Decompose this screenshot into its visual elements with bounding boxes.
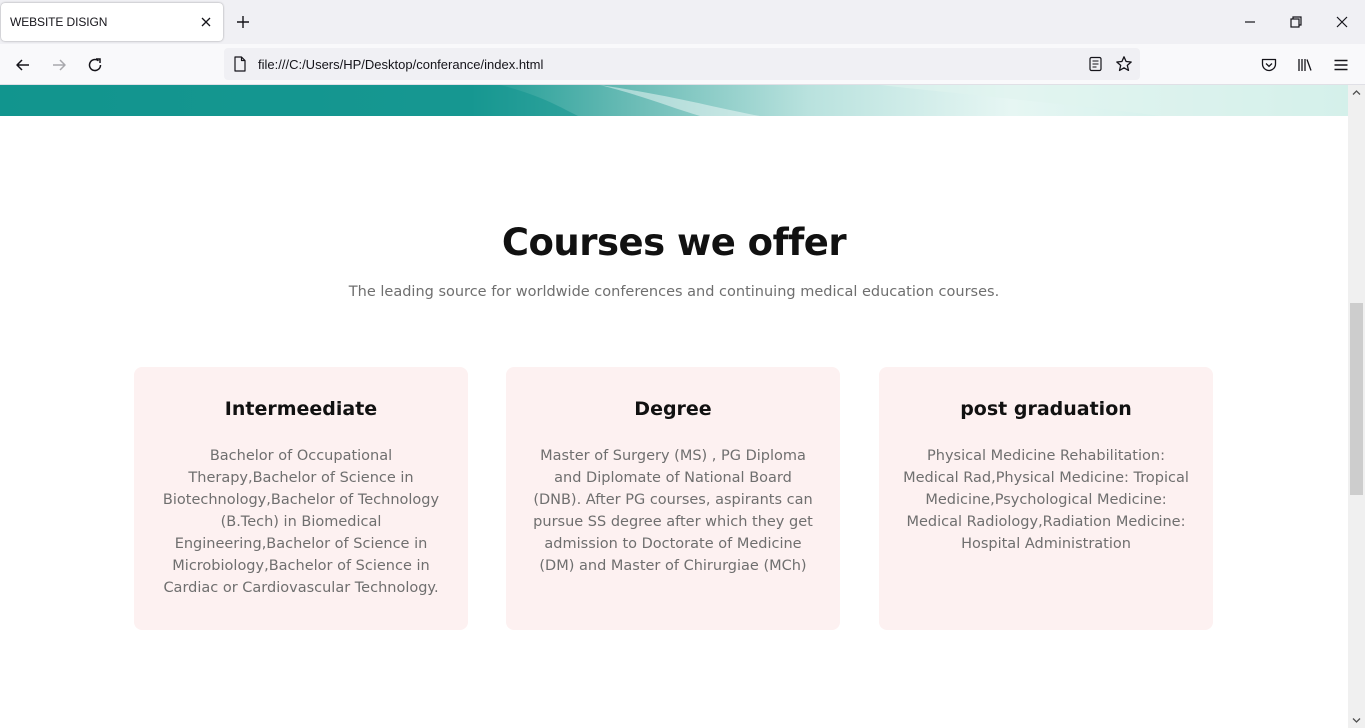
scrollbar-thumb[interactable] [1350,303,1363,495]
section-title: Courses we offer [501,221,847,264]
course-card-description: Bachelor of Occupational Therapy,Bachelo… [162,448,440,596]
course-card-description: Physical Medicine Rehabilitation: Medica… [903,448,1189,552]
course-card: Degree Master of Surgery (MS) , PG Diplo… [506,367,840,630]
page-icon [234,56,246,72]
restore-icon[interactable] [1288,14,1304,30]
hero-banner-bottom [0,85,1348,116]
course-card-title: Intermeediate [224,398,378,420]
section-subtitle: The leading source for worldwide confere… [348,284,1000,300]
url-text[interactable]: file:///C:/Users/HP/Desktop/conferance/i… [258,57,543,72]
reader-view-icon[interactable] [1088,56,1104,72]
arrow-left-icon[interactable] [14,56,32,74]
url-bar[interactable]: file:///C:/Users/HP/Desktop/conferance/i… [224,48,1140,80]
course-card-title: post graduation [960,398,1132,420]
course-card-title: Degree [634,398,712,420]
arrow-right-icon[interactable] [50,56,68,74]
star-icon[interactable] [1115,55,1133,73]
chevron-down-icon[interactable] [1351,715,1362,726]
browser-tab[interactable]: WEBSITE DISIGN [1,3,223,41]
chevron-up-icon[interactable] [1351,87,1362,98]
reload-icon[interactable] [86,56,104,74]
library-icon[interactable] [1296,56,1314,74]
hamburger-menu-icon[interactable] [1332,56,1350,74]
vertical-scrollbar[interactable] [1348,85,1365,728]
plus-icon[interactable] [235,14,251,30]
page-viewport: Courses we offer The leading source for … [0,85,1348,728]
navigation-toolbar: file:///C:/Users/HP/Desktop/conferance/i… [0,44,1365,85]
course-card: Intermeediate Bachelor of Occupational T… [134,367,468,630]
pocket-icon[interactable] [1260,56,1278,74]
close-icon[interactable] [1334,14,1350,30]
course-card: post graduation Physical Medicine Rehabi… [879,367,1213,630]
course-card-description: Master of Surgery (MS) , PG Diploma and … [533,448,813,574]
minimize-icon[interactable] [1242,14,1258,30]
close-icon[interactable] [199,15,213,29]
tab-bar: WEBSITE DISIGN [0,0,1365,44]
tab-title: WEBSITE DISIGN [10,15,108,29]
